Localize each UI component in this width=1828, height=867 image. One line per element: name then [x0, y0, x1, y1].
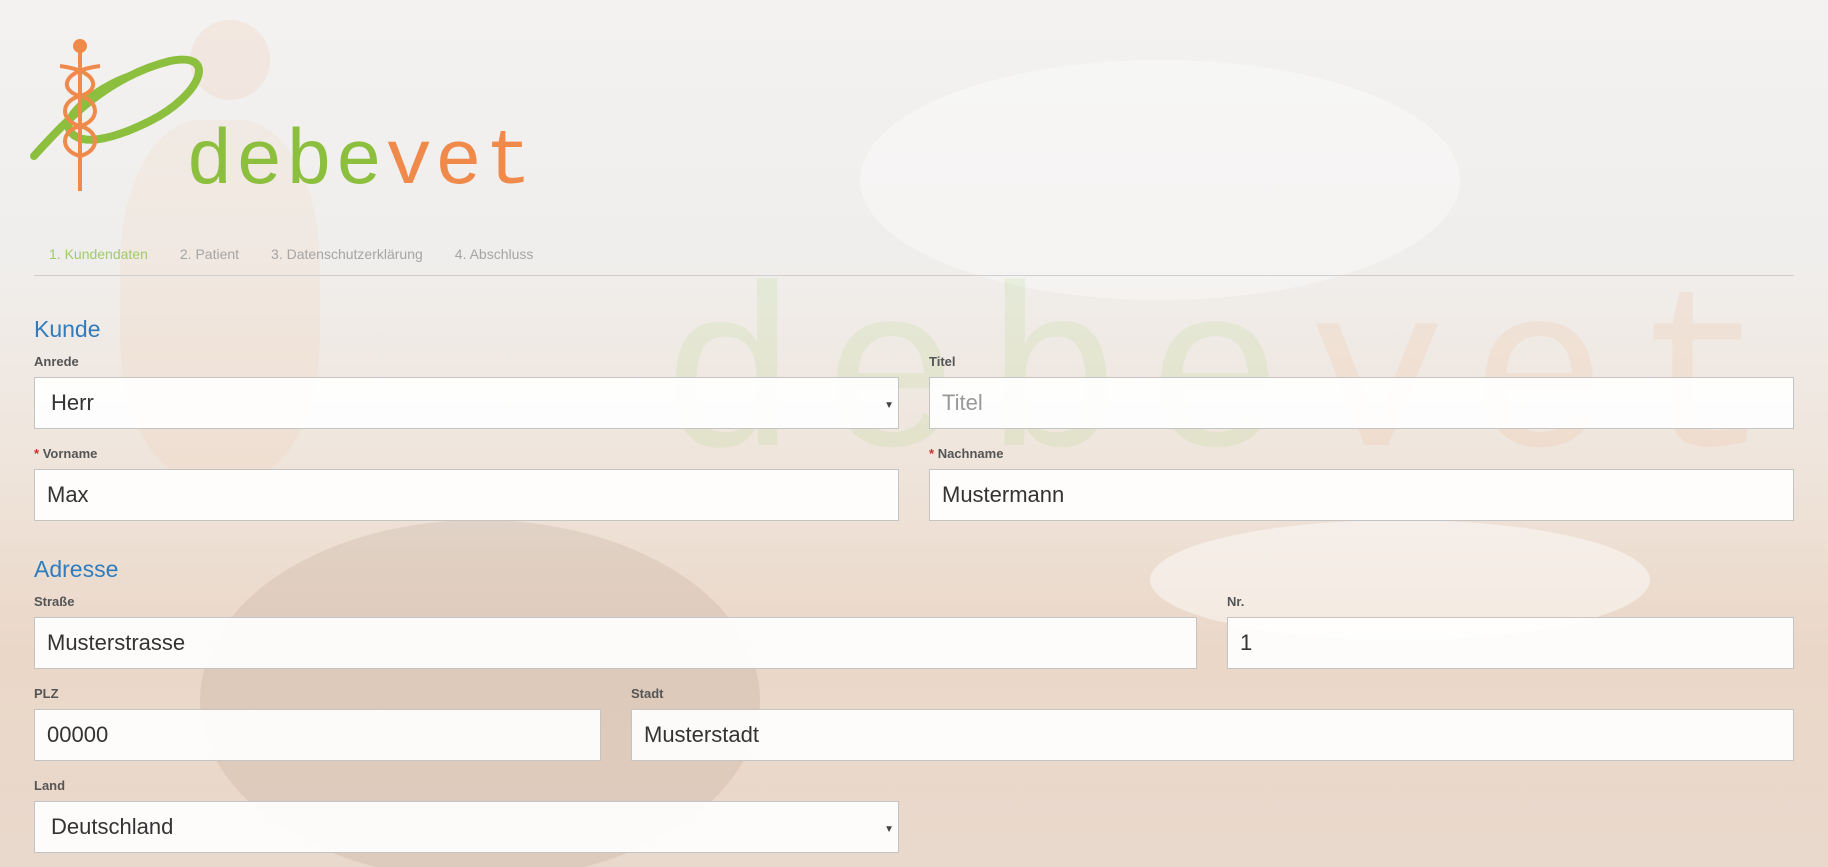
nachname-input[interactable]: Mustermann: [929, 469, 1794, 521]
vorname-value: Max: [47, 482, 89, 507]
plz-value: 00000: [47, 722, 109, 747]
stadt-label: Stadt: [631, 686, 664, 701]
land-value: Deutschland: [51, 814, 174, 839]
anrede-select[interactable]: Herr ▼: [34, 377, 899, 429]
brand-name-part2: vet: [385, 119, 535, 207]
strasse-input[interactable]: Musterstrasse: [34, 617, 1197, 669]
step-abschluss[interactable]: 4. Abschluss: [455, 246, 534, 275]
section-title-kunde: Kunde: [34, 316, 101, 342]
nachname-label-text: Nachname: [937, 446, 1004, 461]
anrede-label: Anrede: [34, 354, 79, 369]
plz-label: PLZ: [34, 686, 59, 701]
titel-input[interactable]: Titel: [929, 377, 1794, 429]
caret-down-icon: ▼: [884, 824, 894, 835]
nachname-value: Mustermann: [942, 482, 1065, 507]
step-kundendaten[interactable]: 1. Kundendaten: [49, 246, 148, 275]
plz-input[interactable]: 00000: [34, 709, 601, 761]
debevet-logo: debevet: [30, 36, 534, 202]
land-select[interactable]: Deutschland ▼: [34, 801, 899, 853]
titel-label: Titel: [929, 354, 956, 369]
stadt-value: Musterstadt: [644, 722, 759, 747]
land-label: Land: [34, 778, 66, 793]
anrede-value: Herr: [51, 390, 94, 415]
required-marker: *: [34, 446, 40, 461]
brand-name-part1: debe: [186, 119, 386, 207]
vorname-label: * Vorname: [34, 446, 97, 461]
stadt-input[interactable]: Musterstadt: [631, 709, 1794, 761]
wizard-steps: 1. Kundendaten 2. Patient 3. Datenschutz…: [34, 246, 1794, 276]
caret-down-icon: ▼: [884, 400, 894, 411]
step-patient[interactable]: 2. Patient: [180, 246, 239, 275]
nr-label: Nr.: [1227, 594, 1245, 609]
section-title-adresse: Adresse: [34, 556, 119, 582]
nr-value: 1: [1240, 630, 1253, 655]
required-marker: *: [929, 446, 935, 461]
strasse-value: Musterstrasse: [47, 630, 186, 655]
brand-name: debevet: [186, 124, 535, 202]
strasse-label: Straße: [34, 594, 75, 609]
nr-input[interactable]: 1: [1227, 617, 1794, 669]
nachname-label: * Nachname: [929, 446, 1003, 461]
step-datenschutz[interactable]: 3. Datenschutzerklärung: [271, 246, 423, 275]
vorname-input[interactable]: Max: [34, 469, 899, 521]
titel-placeholder: Titel: [942, 390, 983, 415]
vorname-label-text: Vorname: [42, 446, 98, 461]
